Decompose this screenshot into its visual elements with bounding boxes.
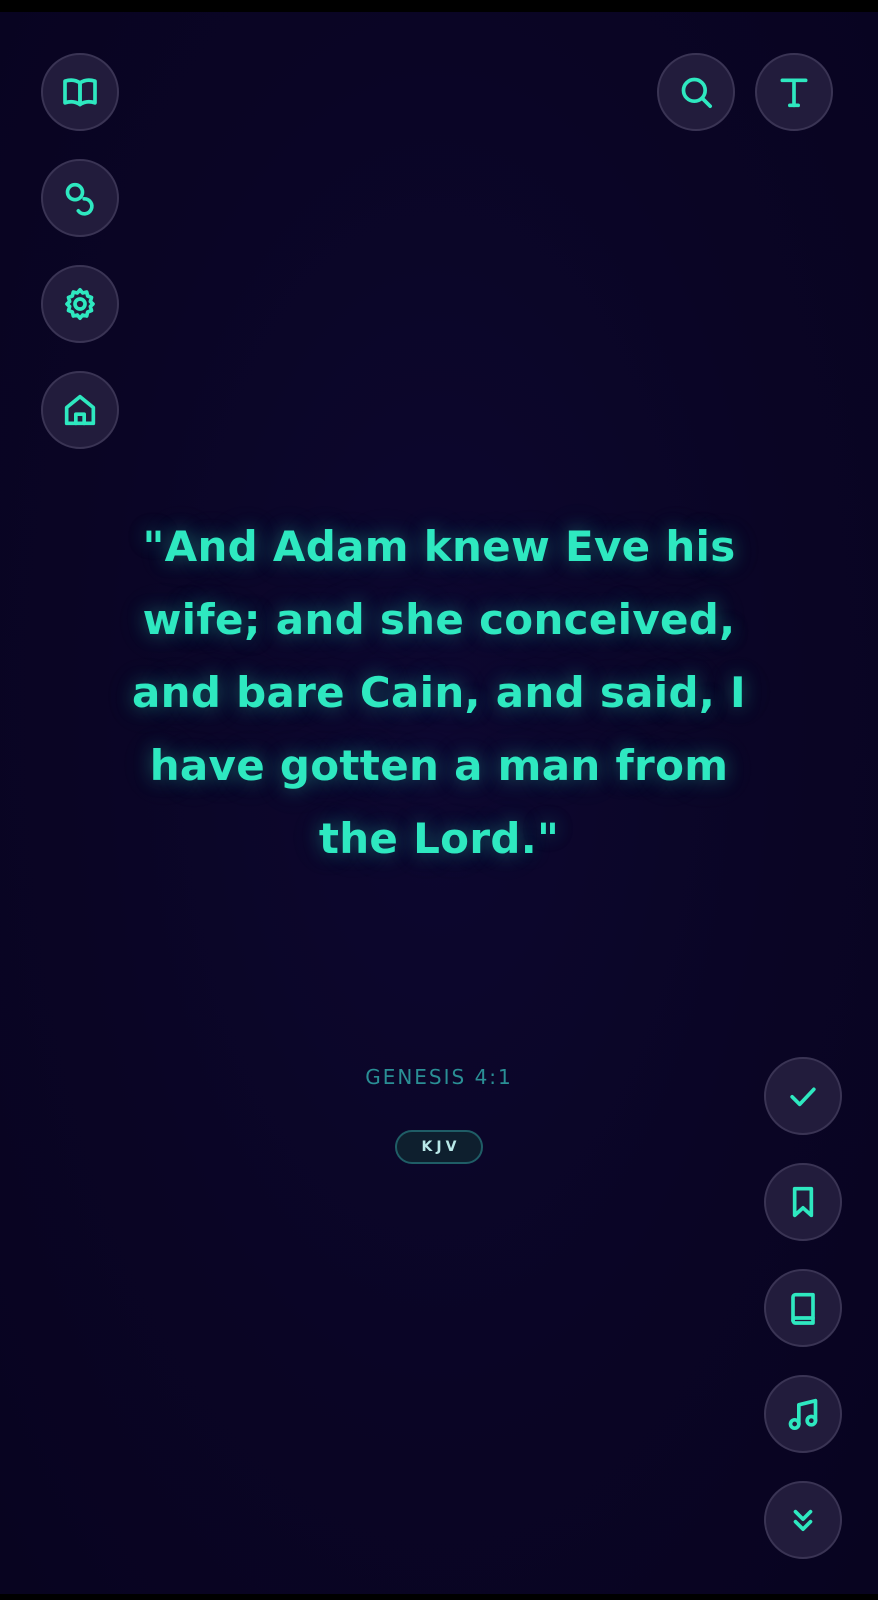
circles-icon <box>65 182 94 216</box>
book-open-icon <box>63 78 97 107</box>
verse-reference: GENESIS 4:1 <box>365 1065 513 1089</box>
bookmark-button[interactable] <box>764 1163 842 1241</box>
text-size-button[interactable] <box>755 53 833 131</box>
text-size-icon <box>780 78 808 108</box>
home-button[interactable] <box>41 371 119 449</box>
chevrons-down-icon <box>793 1509 813 1531</box>
home-icon <box>64 394 96 426</box>
music-icon <box>788 1398 818 1430</box>
book-icon <box>791 1292 815 1325</box>
reader-screen: "And Adam knew Eve his wife; and she con… <box>0 0 878 1600</box>
search-icon <box>681 77 712 108</box>
search-button[interactable] <box>657 53 735 131</box>
settings-button[interactable] <box>41 265 119 343</box>
scroll-down-button[interactable] <box>764 1481 842 1559</box>
bookmark-icon <box>792 1186 814 1218</box>
book-button[interactable] <box>764 1269 842 1347</box>
music-button[interactable] <box>764 1375 842 1453</box>
verse-container: "And Adam knew Eve his wife; and she con… <box>130 510 748 875</box>
bible-books-button[interactable] <box>41 53 119 131</box>
gear-icon <box>65 288 95 320</box>
check-icon <box>790 1087 816 1107</box>
verse-text: "And Adam knew Eve his wife; and she con… <box>132 522 746 863</box>
circles-button[interactable] <box>41 159 119 237</box>
version-badge[interactable]: KJV <box>395 1130 483 1164</box>
mark-read-button[interactable] <box>764 1057 842 1135</box>
